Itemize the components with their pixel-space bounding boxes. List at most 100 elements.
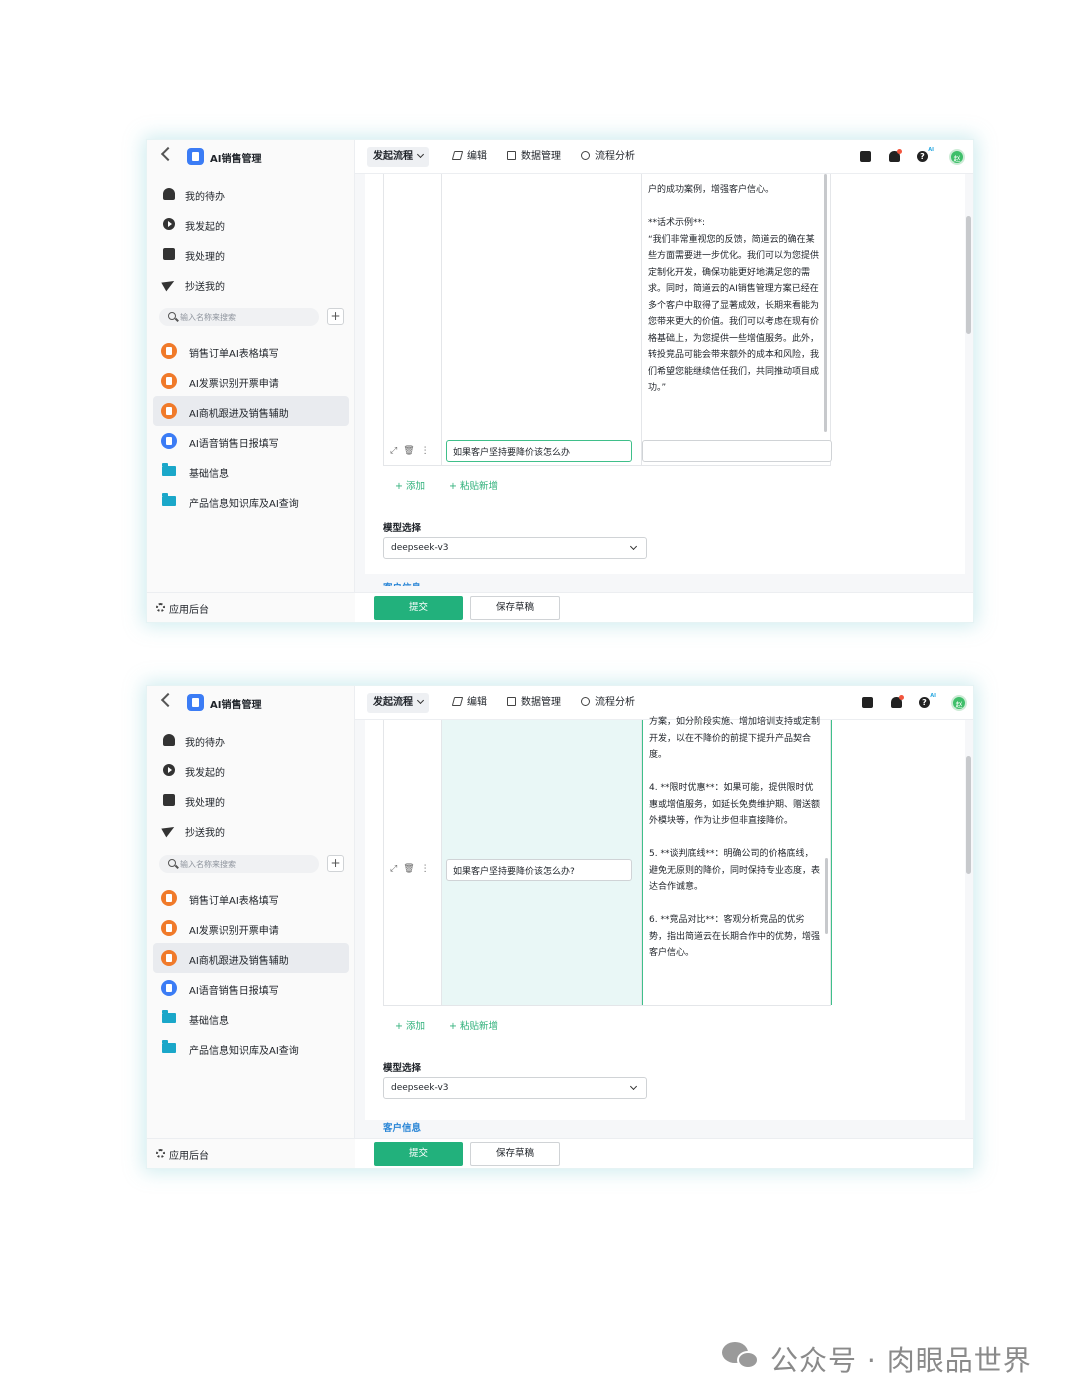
expand-icon[interactable]: ⤢ [390, 864, 397, 874]
sidebar-footer[interactable]: 应用后台 [147, 592, 355, 622]
form-item-label: 产品信息知识库及AI查询 [189, 499, 299, 510]
edit-label: 编辑 [467, 151, 487, 162]
form-item-voice-report[interactable]: AI语音销售日报填写 [153, 973, 349, 1003]
app-backend-label: 应用后台 [169, 605, 209, 616]
paste-add-label: 粘贴新增 [459, 1021, 498, 1032]
form-footer: 提交 保存草稿 [355, 592, 973, 622]
answer-scrollbar[interactable] [824, 174, 827, 432]
form-item-opportunity[interactable]: AI商机跟进及销售辅助 [153, 396, 349, 426]
data-manage-label: 数据管理 [521, 151, 561, 162]
flow-analysis-button[interactable]: 流程分析 [581, 147, 635, 167]
sidebar-header: AI销售管理 [147, 140, 355, 174]
folder-basic-info[interactable]: 基础信息 [153, 1003, 349, 1033]
nav-label: 我处理的 [185, 798, 225, 809]
nav-cc-me[interactable]: 抄送我的 [147, 270, 355, 298]
nav-my-todo[interactable]: 我的待办 [147, 180, 355, 208]
form-icon [161, 403, 177, 419]
search-icon [168, 312, 176, 320]
avatar[interactable]: 赵 [951, 695, 967, 711]
notification-bell-icon[interactable] [891, 695, 904, 708]
form-item-sales-order[interactable]: 销售订单AI表格填写 [153, 883, 349, 913]
model-select[interactable]: deepseek-v3 [383, 1077, 647, 1099]
app-title: AI销售管理 [210, 700, 262, 711]
sidebar-footer[interactable]: 应用后台 [147, 1138, 355, 1168]
back-icon[interactable] [160, 692, 176, 708]
save-draft-button[interactable]: 保存草稿 [470, 1142, 560, 1166]
sidebar-search[interactable] [159, 855, 319, 873]
form-item-invoice[interactable]: AI发票识别开票申请 [153, 913, 349, 943]
paste-add-link[interactable]: + 粘贴新增 [449, 1021, 510, 1032]
table-icon [507, 697, 516, 706]
more-icon[interactable]: ⋮ [421, 864, 430, 874]
data-manage-button[interactable]: 数据管理 [507, 147, 561, 167]
search-input[interactable] [180, 857, 310, 871]
answer-input[interactable] [642, 440, 832, 462]
paste-add-link[interactable]: + 粘贴新增 [449, 481, 510, 492]
sidebar: AI销售管理 我的待办 我发起的 我处理的 抄送我的 + 销售订单AI表格填写 [147, 686, 355, 1168]
form-footer: 提交 保存草稿 [355, 1138, 973, 1168]
nav-cc-me[interactable]: 抄送我的 [147, 816, 355, 844]
add-row-link[interactable]: + 添加 [395, 1021, 437, 1032]
data-manage-button[interactable]: 数据管理 [507, 693, 561, 713]
form-item-invoice[interactable]: AI发票识别开票申请 [153, 366, 349, 396]
sidebar-search[interactable] [159, 308, 319, 326]
answer-text: 户的成功案例，增强客户信心。 **话术示例**: “我们非常重视您的反馈，简道云… [648, 185, 820, 393]
book-icon[interactable] [862, 697, 873, 708]
notification-bell-icon[interactable] [889, 149, 902, 162]
trash-icon[interactable]: 🗑 [403, 864, 414, 874]
page-scrollbar[interactable] [966, 216, 971, 334]
form-item-opportunity[interactable]: AI商机跟进及销售辅助 [153, 943, 349, 973]
nav-label: 我的待办 [185, 192, 225, 203]
folder-basic-info[interactable]: 基础信息 [153, 456, 349, 486]
form-item-voice-report[interactable]: AI语音销售日报填写 [153, 426, 349, 456]
main-content: ⤢ 🗑 ⋮ 如果客户坚持要降价该怎么办 户的成功案例，增强客户信心。 **话术示例*… [355, 174, 973, 622]
trash-icon[interactable]: 🗑 [403, 446, 414, 456]
form-item-label: 基础信息 [189, 1016, 229, 1027]
paste-add-label: 粘贴新增 [459, 481, 498, 492]
ai-help-icon[interactable]: ? [917, 145, 934, 162]
form-item-label: AI商机跟进及销售辅助 [189, 409, 289, 420]
back-icon[interactable] [160, 146, 176, 162]
nav-my-todo[interactable]: 我的待办 [147, 726, 355, 754]
answer-scrollbar[interactable] [825, 858, 828, 934]
expand-icon[interactable]: ⤢ [390, 446, 397, 456]
launch-process-button[interactable]: 发起流程 [367, 147, 429, 167]
page-scrollbar[interactable] [966, 756, 971, 874]
model-select[interactable]: deepseek-v3 [383, 537, 647, 559]
question-input[interactable]: 如果客户坚持要降价该怎么办? [446, 859, 632, 881]
model-select-value: deepseek-v3 [391, 1083, 449, 1093]
launch-process-button[interactable]: 发起流程 [367, 693, 429, 713]
form-icon [161, 920, 177, 936]
nav-i-initiated[interactable]: 我发起的 [147, 756, 355, 784]
avatar[interactable]: 赵 [949, 149, 965, 165]
add-row-link[interactable]: + 添加 [395, 481, 437, 492]
edit-button[interactable]: 编辑 [451, 147, 487, 167]
gear-icon [156, 1149, 165, 1158]
qa-table: ⤢ 🗑 ⋮ 如果客户坚持要降价该怎么办? 方案，如分阶段实施、增加培训支持或定制开发… [383, 717, 832, 1006]
form-item-sales-order[interactable]: 销售订单AI表格填写 [153, 336, 349, 366]
book-icon[interactable] [860, 151, 871, 162]
flow-analysis-button[interactable]: 流程分析 [581, 693, 635, 713]
nav-i-handled[interactable]: 我处理的 [147, 240, 355, 268]
nav-i-handled[interactable]: 我处理的 [147, 786, 355, 814]
folder-product-kb[interactable]: 产品信息知识库及AI查询 [153, 486, 349, 516]
search-input[interactable] [180, 310, 310, 324]
save-draft-button[interactable]: 保存草稿 [470, 596, 560, 620]
folder-product-kb[interactable]: 产品信息知识库及AI查询 [153, 1033, 349, 1063]
form-icon [161, 433, 177, 449]
form-item-label: AI发票识别开票申请 [189, 379, 279, 390]
question-input[interactable]: 如果客户坚持要降价该怎么办 [446, 440, 632, 462]
launch-label: 发起流程 [373, 697, 413, 708]
model-select-label: 模型选择 [383, 523, 422, 534]
add-form-button[interactable]: + [327, 855, 344, 872]
submit-button[interactable]: 提交 [374, 1142, 463, 1166]
submit-button[interactable]: 提交 [374, 596, 463, 620]
add-form-button[interactable]: + [327, 308, 344, 325]
edit-button[interactable]: 编辑 [451, 693, 487, 713]
search-icon [168, 859, 176, 867]
app-logo-icon [187, 694, 204, 711]
nav-label: 我处理的 [185, 252, 225, 263]
ai-help-icon[interactable]: ? [919, 691, 936, 708]
nav-i-initiated[interactable]: 我发起的 [147, 210, 355, 238]
more-icon[interactable]: ⋮ [421, 446, 430, 456]
